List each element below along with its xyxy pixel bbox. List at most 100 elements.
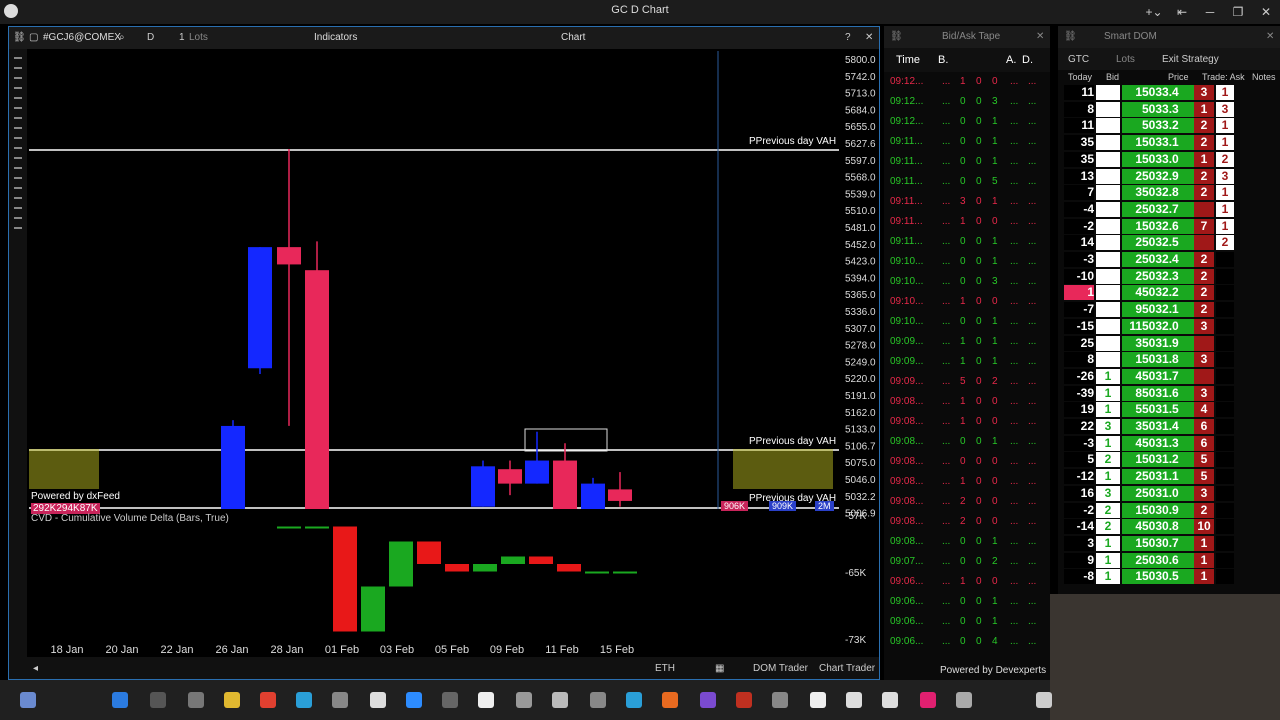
col-today[interactable]: Today — [1068, 72, 1092, 82]
dom-row[interactable]: 1 4 5032.2 2 — [1058, 284, 1280, 301]
tray-chevron-icon[interactable] — [1036, 692, 1052, 708]
dom-row[interactable]: -7 9 5032.1 2 — [1058, 301, 1280, 318]
app-icon[interactable] — [552, 692, 568, 708]
dom-bid[interactable] — [1096, 135, 1120, 151]
calculator-icon[interactable] — [516, 692, 532, 708]
session-select[interactable]: ETH — [655, 663, 675, 674]
dom-bid[interactable] — [1096, 101, 1120, 117]
dom-ask[interactable] — [1216, 368, 1234, 384]
chrome-icon[interactable] — [260, 692, 276, 708]
dom-bid[interactable] — [1096, 285, 1120, 301]
dom-row[interactable]: -10 2 5032.3 2 — [1058, 268, 1280, 284]
dom-bid[interactable] — [1096, 318, 1120, 334]
app-icon[interactable] — [700, 692, 716, 708]
dom-row[interactable]: 35 1 5033.1 2 1 — [1058, 134, 1280, 151]
dom-row[interactable]: -2 1 5032.6 7 1 — [1058, 218, 1280, 234]
arrow-tool-icon[interactable] — [14, 77, 22, 79]
dom-row[interactable]: -2 2 1 5030.9 2 — [1058, 502, 1280, 518]
tiktok-icon[interactable] — [882, 692, 898, 708]
dom-row[interactable]: 11 5033.2 2 1 — [1058, 117, 1280, 134]
dom-ask[interactable]: 1 — [1216, 135, 1234, 151]
dom-ask[interactable] — [1216, 452, 1234, 468]
close-icon[interactable]: ✕ — [1266, 31, 1274, 42]
app-icon[interactable] — [956, 692, 972, 708]
dom-bid[interactable] — [1096, 235, 1120, 251]
dom-bid[interactable]: 1 — [1096, 368, 1120, 384]
file-explorer-icon[interactable] — [224, 692, 240, 708]
weather-icon[interactable] — [20, 692, 36, 708]
minimize-button[interactable]: ─ — [1196, 0, 1224, 24]
tradingview-icon[interactable] — [846, 692, 862, 708]
col-a[interactable]: A. — [1006, 54, 1016, 66]
dom-bid[interactable]: 1 — [1096, 435, 1120, 451]
maximize-button[interactable]: ❐ — [1224, 0, 1252, 24]
dom-row[interactable]: 9 1 2 5030.6 1 — [1058, 552, 1280, 568]
dom-bid[interactable]: 2 — [1096, 502, 1120, 518]
col-notes[interactable]: Notes — [1252, 72, 1276, 82]
chart-trader-button[interactable]: Chart Trader — [819, 663, 875, 674]
dom-ask[interactable]: 3 — [1216, 101, 1234, 117]
dom-bid[interactable] — [1096, 118, 1120, 134]
dom-bid[interactable] — [1096, 268, 1120, 284]
dom-bid[interactable] — [1096, 168, 1120, 184]
dom-bid[interactable]: 2 — [1096, 519, 1120, 535]
capcut-icon[interactable] — [370, 692, 386, 708]
add-icon[interactable]: +⌄ — [1140, 0, 1168, 24]
dom-bid[interactable] — [1096, 218, 1120, 234]
trading-app-icon[interactable] — [626, 692, 642, 708]
col-b[interactable]: B. — [938, 54, 948, 66]
close-button[interactable]: ✕ — [1252, 0, 1280, 24]
dom-bid[interactable]: 3 — [1096, 485, 1120, 501]
dom-bid[interactable]: 1 — [1096, 469, 1120, 485]
dom-bid[interactable]: 1 — [1096, 552, 1120, 568]
dom-trader-button[interactable]: DOM Trader — [753, 663, 808, 674]
dom-ask[interactable] — [1216, 318, 1234, 334]
col-d[interactable]: D. — [1022, 54, 1033, 66]
dom-bid[interactable]: 1 — [1096, 402, 1120, 418]
close-icon[interactable]: ✕ — [1036, 31, 1044, 42]
dom-row[interactable]: 13 2 5032.9 2 3 — [1058, 168, 1280, 184]
dom-bid[interactable] — [1096, 185, 1120, 201]
dom-ask[interactable]: 2 — [1216, 151, 1234, 167]
dom-bid[interactable] — [1096, 151, 1120, 167]
col-bid[interactable]: Bid — [1106, 72, 1119, 82]
dom-bid[interactable]: 1 — [1096, 385, 1120, 401]
dom-row[interactable]: 8 5033.3 1 3 — [1058, 101, 1280, 117]
dom-ask[interactable] — [1216, 302, 1234, 318]
link-icon[interactable]: ⛓ — [890, 31, 903, 42]
col-price[interactable]: Price — [1168, 72, 1189, 82]
dom-row[interactable]: 19 1 5 5031.5 4 — [1058, 401, 1280, 418]
dom-row[interactable]: 11 1 5033.4 3 1 — [1058, 84, 1280, 100]
square-tool-icon[interactable] — [14, 227, 22, 229]
dom-row[interactable]: 14 2 5032.5 2 — [1058, 234, 1280, 251]
dom-row[interactable]: -15 11 5032.0 3 — [1058, 318, 1280, 334]
strategy-select[interactable]: Exit Strategy — [1162, 54, 1219, 65]
dom-ask[interactable]: 1 — [1216, 201, 1234, 217]
dom-row[interactable]: 25 3 5031.9 — [1058, 335, 1280, 351]
triangle-tool-icon[interactable] — [14, 147, 22, 149]
link-icon[interactable]: ⛓ — [13, 32, 26, 43]
dom-ask[interactable]: 1 — [1216, 185, 1234, 201]
dom-row[interactable]: -4 2 5032.7 1 — [1058, 201, 1280, 217]
timeframe-select[interactable]: D — [147, 32, 154, 43]
dom-bid[interactable] — [1096, 352, 1120, 368]
calendar-icon[interactable]: ▦ — [715, 663, 724, 674]
dom-ask[interactable] — [1216, 535, 1234, 551]
dom-ask[interactable] — [1216, 352, 1234, 368]
col-trade[interactable]: Trade: Ask — [1202, 72, 1245, 82]
target-tool-icon[interactable] — [14, 117, 22, 119]
file-icon[interactable] — [810, 692, 826, 708]
order-type-select[interactable]: GTC — [1068, 54, 1089, 65]
dom-lots-label[interactable]: Lots — [1116, 54, 1135, 65]
app-icon[interactable] — [920, 692, 936, 708]
zoom-icon[interactable] — [406, 692, 422, 708]
dom-ask[interactable] — [1216, 285, 1234, 301]
text-tool-icon[interactable] — [14, 197, 22, 199]
dom-row[interactable]: 22 3 3 5031.4 6 — [1058, 418, 1280, 434]
app-icon[interactable] — [772, 692, 788, 708]
scroll-left-icon[interactable]: ◂ — [33, 663, 38, 674]
dom-ask[interactable]: 3 — [1216, 168, 1234, 184]
circle-tool-icon[interactable] — [14, 167, 22, 169]
dom-bid[interactable] — [1096, 302, 1120, 318]
dom-ask[interactable] — [1216, 402, 1234, 418]
